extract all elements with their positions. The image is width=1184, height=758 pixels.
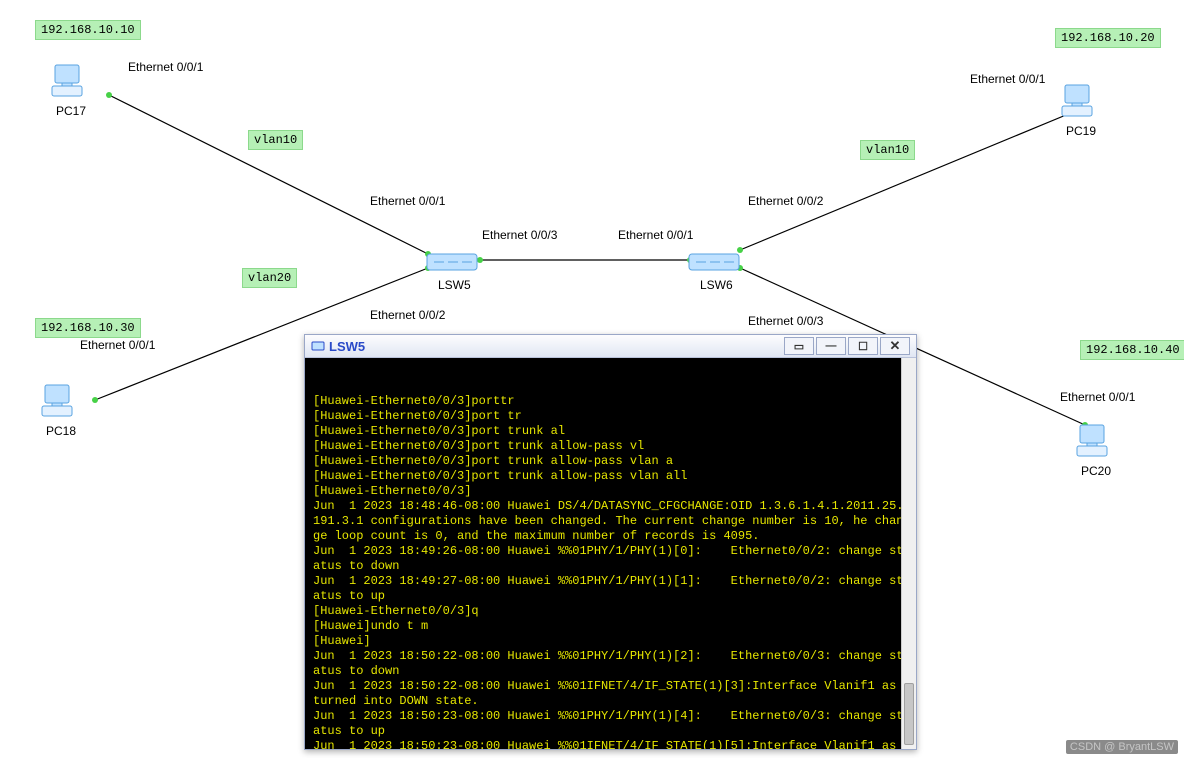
iface-label: Ethernet 0/0/3 [748,314,823,328]
iface-label: Ethernet 0/0/2 [370,308,445,322]
vlan-badge: vlan10 [248,130,303,150]
iface-label: Ethernet 0/0/3 [482,228,557,242]
iface-label: Ethernet 0/0/1 [80,338,155,352]
ip-badge-pc20: 192.168.10.40 [1080,340,1184,360]
terminal-scrollbar[interactable] [901,358,916,749]
watermark: CSDN @ BryantLSW [1066,740,1178,754]
pc-node-pc19[interactable] [1060,80,1100,120]
pc-icon [1060,80,1100,120]
topology-canvas: PC17 PC18 PC19 PC20 LSW5 LSW6 192.168.10… [0,0,1184,758]
ip-badge-pc18: 192.168.10.30 [35,318,141,338]
pc-icon [50,60,90,100]
terminal-lines: [Huawei-Ethernet0/0/3]porttr[Huawei-Ethe… [313,394,908,749]
switch-icon [688,248,740,276]
vlan-badge: vlan10 [860,140,915,160]
endpoint-dot [106,92,112,98]
iface-label: Ethernet 0/0/1 [618,228,693,242]
switch-icon [426,248,478,276]
scrollbar-thumb[interactable] [904,683,914,745]
iface-label: Ethernet 0/0/1 [128,60,203,74]
pc-node-pc20[interactable] [1075,420,1115,460]
endpoint-dot [92,397,98,403]
pc-label: PC20 [1081,464,1111,478]
switch-label: LSW5 [438,278,471,292]
pc-node-pc17[interactable] [50,60,90,100]
iface-label: Ethernet 0/0/1 [1060,390,1135,404]
iface-label: Ethernet 0/0/1 [970,72,1045,86]
pc-icon [1075,420,1115,460]
pc-icon [40,380,80,420]
pc-node-pc18[interactable] [40,380,80,420]
window-bg-button[interactable]: ▭ [784,337,814,355]
terminal-titlebar[interactable]: LSW5 ▭ — ☐ ✕ [305,335,916,358]
ip-badge-pc19: 192.168.10.20 [1055,28,1161,48]
ip-badge-pc17: 192.168.10.10 [35,20,141,40]
pc-label: PC17 [56,104,86,118]
close-button[interactable]: ✕ [880,337,910,355]
window-controls: ▭ — ☐ ✕ [784,337,910,355]
switch-node-lsw6[interactable] [688,248,740,276]
terminal-app-icon [311,339,325,353]
switch-label: LSW6 [700,278,733,292]
switch-node-lsw5[interactable] [426,248,478,276]
maximize-button[interactable]: ☐ [848,337,878,355]
pc-label: PC18 [46,424,76,438]
iface-label: Ethernet 0/0/2 [748,194,823,208]
minimize-button[interactable]: — [816,337,846,355]
terminal-window[interactable]: LSW5 ▭ — ☐ ✕ [Huawei-Ethernet0/0/3]portt… [304,334,917,750]
iface-label: Ethernet 0/0/1 [370,194,445,208]
vlan-badge: vlan20 [242,268,297,288]
pc-label: PC19 [1066,124,1096,138]
terminal-output[interactable]: [Huawei-Ethernet0/0/3]porttr[Huawei-Ethe… [305,358,916,749]
terminal-title: LSW5 [329,339,365,354]
